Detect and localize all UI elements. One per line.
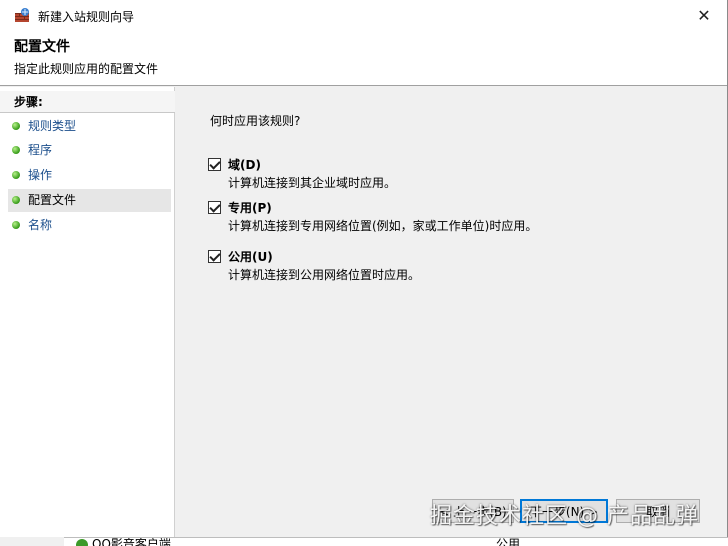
- close-icon: ✕: [697, 5, 711, 25]
- public-checkbox[interactable]: [208, 250, 221, 263]
- domain-checkbox[interactable]: [208, 158, 221, 171]
- green-dot-icon: [12, 146, 20, 154]
- option-description: 计算机连接到其企业域时应用。: [228, 176, 397, 190]
- question-text: 何时应用该规则?: [210, 114, 301, 128]
- step-action[interactable]: 操作: [8, 164, 171, 187]
- option-description: 计算机连接到专用网络位置(例如，家或工作单位)时应用。: [228, 219, 538, 233]
- page-subtitle: 指定此规则应用的配置文件: [14, 62, 159, 76]
- green-dot-icon: [12, 221, 20, 229]
- close-button[interactable]: ✕: [681, 0, 727, 30]
- row-name: QQ影音客户端: [92, 537, 171, 546]
- green-dot-icon: [12, 196, 20, 204]
- option-label[interactable]: 公用(U): [228, 248, 273, 265]
- step-rule-type[interactable]: 规则类型: [8, 115, 171, 138]
- option-label[interactable]: 域(D): [228, 156, 261, 173]
- main-content: 何时应用该规则? 域(D) 计算机连接到其企业域时应用。 专用(P) 计算机连接…: [176, 87, 727, 537]
- option-label[interactable]: 专用(P): [228, 199, 272, 216]
- steps-pane: 步骤: 规则类型 程序 操作 配置文件 名称: [0, 87, 175, 537]
- row-profile: 公用: [496, 537, 521, 546]
- step-profile[interactable]: 配置文件: [8, 189, 171, 212]
- background-window-row: QQ影音客户端 公用: [64, 537, 728, 546]
- step-name[interactable]: 名称: [8, 214, 171, 237]
- step-label: 配置文件: [28, 193, 77, 207]
- window-title: 新建入站规则向导: [38, 10, 135, 24]
- green-dot-icon: [12, 171, 20, 179]
- wizard-header: 配置文件 指定此规则应用的配置文件: [0, 30, 727, 86]
- green-dot-icon: [12, 122, 20, 130]
- wizard-window: 新建入站规则向导 ✕ 配置文件 指定此规则应用的配置文件 步骤: 规则类型 程序…: [0, 0, 728, 546]
- step-label: 程序: [28, 143, 53, 157]
- page-title: 配置文件: [14, 39, 70, 55]
- watermark: 掘金技术社区 @ 产品乱弹: [430, 504, 699, 529]
- step-label: 规则类型: [28, 119, 77, 133]
- firewall-icon: [15, 8, 29, 22]
- steps-heading: 步骤:: [0, 91, 175, 113]
- step-label: 名称: [28, 218, 53, 232]
- private-checkbox[interactable]: [208, 201, 221, 214]
- app-status-icon: [76, 539, 88, 546]
- title-bar: 新建入站规则向导 ✕: [0, 0, 727, 30]
- step-label: 操作: [28, 168, 53, 182]
- step-program[interactable]: 程序: [8, 139, 171, 162]
- option-description: 计算机连接到公用网络位置时应用。: [228, 268, 421, 282]
